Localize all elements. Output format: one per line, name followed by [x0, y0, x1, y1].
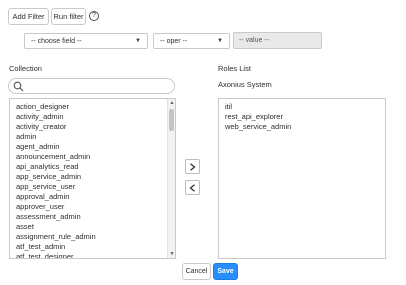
roles-list-subheading: Axonius System [218, 80, 272, 89]
collection-list-item[interactable]: atf_test_designer [16, 252, 74, 258]
chevron-right-icon [190, 162, 196, 171]
collection-listbox[interactable]: ▲ ▼ action_designer activity_admin activit… [9, 98, 176, 259]
collection-list-item[interactable]: action_designer [16, 102, 69, 112]
help-icon[interactable]: ? [89, 11, 99, 21]
scroll-thumb[interactable] [169, 109, 174, 131]
operator-select[interactable]: -- oper -- ▼ [153, 33, 230, 49]
collection-list-item[interactable]: api_analytics_read [16, 162, 79, 172]
collection-list-item[interactable]: assessment_admin [16, 212, 81, 222]
collection-scrollbar[interactable]: ▲ ▼ [167, 99, 175, 258]
collection-list-item[interactable]: approval_admin [16, 192, 69, 202]
roles-list-heading: Roles List [218, 64, 251, 73]
collection-list-item[interactable]: activity_admin [16, 112, 64, 122]
move-left-button[interactable] [185, 180, 200, 195]
chevron-down-icon: ▼ [217, 38, 223, 44]
collection-list-item[interactable]: admin [16, 132, 36, 142]
roles-list-item[interactable]: rest_api_explorer [225, 112, 283, 122]
run-filter-button[interactable]: Run filter [51, 8, 86, 25]
cancel-button[interactable]: Cancel [182, 263, 211, 280]
value-input: -- value -- [233, 32, 322, 49]
search-icon [13, 81, 24, 92]
field-select-value: -- choose field -- [31, 37, 82, 45]
move-right-button[interactable] [185, 159, 200, 174]
collection-list-item[interactable]: activity_creator [16, 122, 66, 132]
scroll-down-icon[interactable]: ▼ [168, 250, 175, 258]
roles-list-item[interactable]: itil [225, 102, 232, 112]
collection-heading: Collection [9, 64, 42, 73]
collection-list-item[interactable]: asset [16, 222, 34, 232]
collection-search-input[interactable] [8, 78, 175, 94]
collection-list-item[interactable]: announcement_admin [16, 152, 90, 162]
roles-listbox[interactable]: itil rest_api_explorer web_service_admin [218, 98, 386, 259]
chevron-down-icon: ▼ [135, 38, 141, 44]
field-select[interactable]: -- choose field -- ▼ [24, 33, 148, 49]
collection-list-item[interactable]: assignment_rule_admin [16, 232, 96, 242]
roles-list-item[interactable]: web_service_admin [225, 122, 291, 132]
scroll-up-icon[interactable]: ▲ [168, 99, 175, 107]
add-filter-button[interactable]: Add Filter [8, 8, 49, 25]
collection-list-item[interactable]: agent_admin [16, 142, 59, 152]
collection-list-item[interactable]: app_service_admin [16, 172, 81, 182]
save-button[interactable]: Save [213, 263, 238, 280]
operator-select-value: -- oper -- [160, 37, 188, 45]
collection-list-item[interactable]: approver_user [16, 202, 64, 212]
collection-list-item[interactable]: app_service_user [16, 182, 75, 192]
chevron-left-icon [189, 183, 195, 192]
collection-list-item[interactable]: atf_test_admin [16, 242, 65, 252]
